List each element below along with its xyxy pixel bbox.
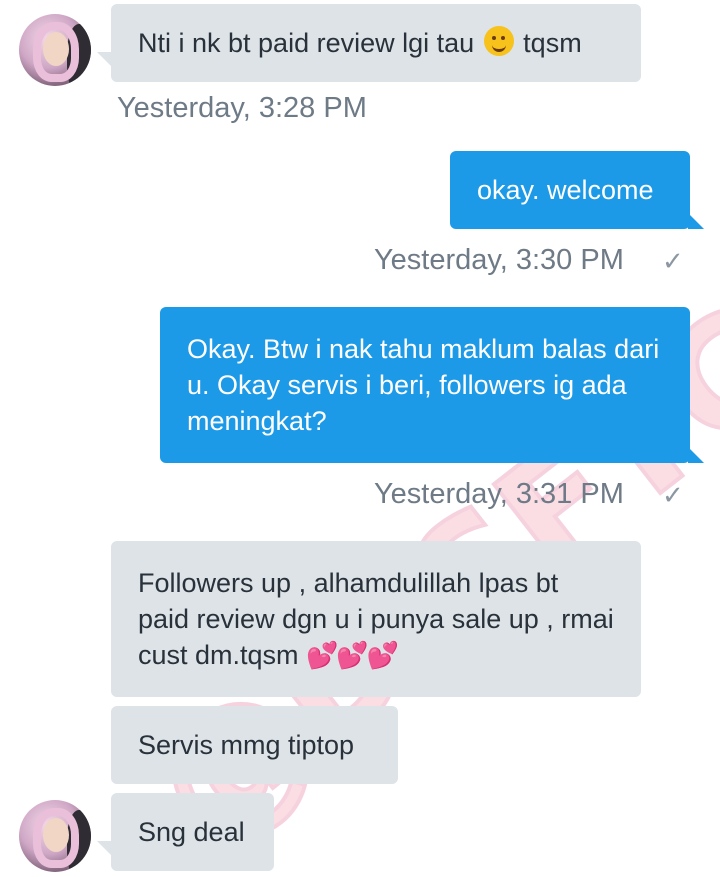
message-timestamp: Yesterday, 3:28 PM: [117, 92, 367, 124]
avatar[interactable]: [19, 800, 91, 872]
message-text: Sng deal: [138, 817, 245, 847]
message-text: okay. welcome: [477, 175, 654, 205]
outgoing-message-bubble[interactable]: okay. welcome: [450, 151, 704, 229]
smiling-face-emoji-icon: [483, 26, 514, 56]
avatar[interactable]: [19, 14, 91, 86]
sent-check-icon: ✓: [662, 246, 684, 276]
chat-thread: @DISFTC Nti i nk bt paid review lgi tau …: [0, 0, 720, 877]
message-text: Servis mmg tiptop: [138, 730, 355, 760]
outgoing-message-bubble[interactable]: Okay. Btw i nak tahu maklum balas dari u…: [160, 307, 704, 463]
message-timestamp: Yesterday, 3:30 PM: [374, 244, 624, 276]
incoming-message-bubble[interactable]: Sng deal: [97, 793, 274, 871]
incoming-message-bubble[interactable]: Servis mmg tiptop: [111, 706, 398, 784]
incoming-message-bubble[interactable]: Nti i nk bt paid review lgi tau tqsm: [97, 4, 641, 82]
message-text: Okay. Btw i nak tahu maklum balas dari u…: [187, 334, 660, 436]
message-text: Nti i nk bt paid review lgi tau: [138, 28, 482, 58]
sent-check-icon: ✓: [662, 480, 684, 510]
incoming-message-bubble[interactable]: Followers up , alhamdulillah lpas bt pai…: [111, 541, 641, 697]
message-text-after-emoji: tqsm: [515, 28, 582, 58]
pink-hearts-emoji-icon: 💕💕💕: [306, 640, 399, 670]
message-timestamp: Yesterday, 3:31 PM: [374, 478, 624, 510]
